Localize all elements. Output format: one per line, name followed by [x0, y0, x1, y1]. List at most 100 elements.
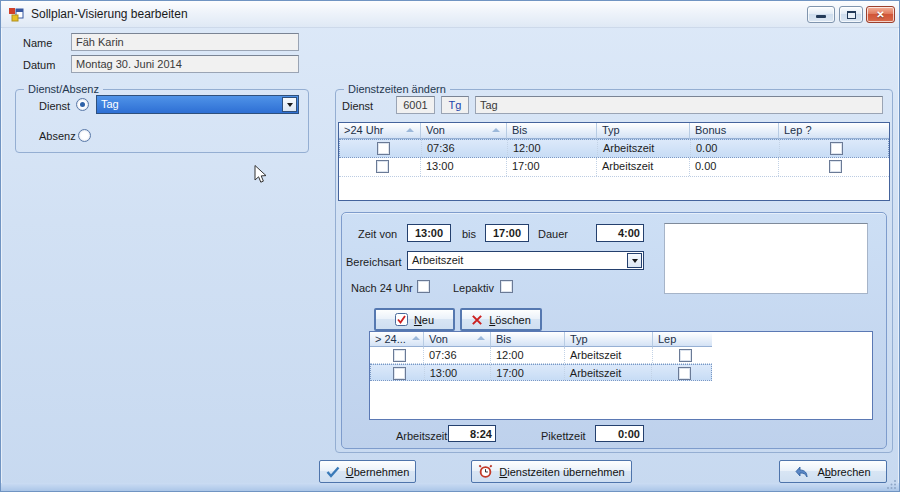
cell-bis: 17:00: [490, 365, 564, 380]
name-label: Name: [23, 37, 52, 49]
dienst-combobox-dropdown[interactable]: [282, 97, 297, 112]
cell-bonus: 0.00: [689, 158, 778, 176]
bereichsart-dropdown[interactable]: [627, 253, 642, 268]
bereichsart-combobox[interactable]: Arbeitszeit: [407, 251, 644, 270]
table-row[interactable]: 07:36 12:00 Arbeitszeit: [370, 347, 712, 364]
row-lep-checkbox[interactable]: [678, 367, 691, 380]
dienst-absenz-title: Dienst/Absenz: [24, 83, 103, 95]
table-row[interactable]: 07:36 12:00 Arbeitszeit 0.00: [339, 139, 889, 158]
datum-field: Montag 30. Juni 2014: [71, 55, 299, 73]
abbrechen-button[interactable]: Abbrechen: [779, 460, 887, 483]
col-header-von[interactable]: Von: [423, 332, 490, 347]
bereichsart-value: Arbeitszeit: [412, 253, 463, 268]
arbeitszeit-field: 8:24: [448, 425, 496, 442]
window-bottom-frame: [1, 483, 899, 491]
col-header-bis[interactable]: Bis: [506, 123, 596, 139]
cell-bis: 12:00: [507, 140, 597, 157]
cell-von: 07:36: [421, 140, 507, 157]
table-row[interactable]: 13:00 17:00 Arbeitszeit 0.00: [339, 158, 889, 177]
close-icon: ✕: [867, 9, 894, 20]
zeit-von-input[interactable]: 13:00: [407, 224, 451, 242]
dienstzeiten-table[interactable]: >24 Uhr Von Bis Typ Bonus Lep ? 07:36 12…: [338, 122, 890, 201]
col-header-lep[interactable]: Lep ?: [778, 123, 889, 139]
dienst-combobox[interactable]: Tag: [96, 95, 299, 114]
cell-typ: Arbeitszeit: [564, 347, 652, 363]
bis-input[interactable]: 17:00: [485, 224, 529, 242]
cell-von: 13:00: [424, 365, 491, 380]
dienst-radio-label: Dienst: [39, 100, 70, 112]
sort-asc-icon: [492, 128, 500, 132]
lepaktiv-label: Lepaktiv: [453, 282, 494, 294]
maximize-icon: [847, 11, 856, 19]
cell-bis: 17:00: [506, 158, 596, 176]
dienst-kurz-field: Tg: [441, 96, 469, 114]
table-header-row[interactable]: > 24... Von Bis Typ Lep: [370, 332, 872, 347]
lepaktiv-checkbox[interactable]: [500, 280, 513, 293]
dienst-field-label: Dienst: [342, 100, 373, 112]
table-row[interactable]: 13:00 17:00 Arbeitszeit: [370, 364, 712, 381]
dienstzeiten-uebernehmen-button[interactable]: Dienstzeiten übernehmen: [471, 460, 632, 483]
row-24uhr-checkbox[interactable]: [377, 142, 390, 155]
cell-bis: 12:00: [490, 347, 564, 363]
row-lep-checkbox[interactable]: [830, 142, 843, 155]
maximize-button[interactable]: [839, 6, 863, 23]
row-24-checkbox[interactable]: [393, 349, 406, 362]
col-header-bis[interactable]: Bis: [490, 332, 564, 347]
dropdown-arrow-icon: [632, 259, 638, 263]
memo-textbox[interactable]: [664, 223, 868, 294]
col-header-lep[interactable]: Lep: [652, 332, 712, 347]
title-bar[interactable]: Sollplan-Visierung bearbeiten ✕: [1, 1, 899, 28]
bereichsart-label: Bereichsart: [346, 256, 402, 268]
table-header-row[interactable]: >24 Uhr Von Bis Typ Bonus Lep ?: [339, 123, 889, 139]
nach24-checkbox[interactable]: [417, 280, 430, 293]
sort-asc-icon: [406, 128, 414, 132]
row-24-checkbox[interactable]: [393, 367, 406, 380]
sort-asc-icon: [412, 336, 420, 340]
absenz-radio-label: Absenz: [39, 130, 76, 142]
col-header-bonus[interactable]: Bonus: [689, 123, 778, 139]
row-24uhr-checkbox[interactable]: [376, 160, 389, 173]
close-button[interactable]: ✕: [866, 6, 895, 23]
undo-arrow-icon: [795, 465, 811, 479]
loeschen-button[interactable]: Löschen: [460, 308, 542, 331]
dienst-radio[interactable]: [76, 98, 89, 111]
dropdown-arrow-icon: [287, 103, 293, 107]
bis-label: bis: [462, 228, 476, 240]
name-field: Fäh Karin: [71, 33, 299, 51]
uebernehmen-button[interactable]: Übernehmen: [319, 460, 416, 483]
resize-grip[interactable]: [887, 479, 897, 489]
minimize-icon: [816, 15, 826, 18]
zeit-von-label: Zeit von: [358, 228, 397, 240]
cell-typ: Arbeitszeit: [596, 158, 689, 176]
dauer-label: Dauer: [538, 228, 568, 240]
red-x-icon: [471, 314, 483, 326]
col-header-24[interactable]: > 24...: [370, 332, 423, 347]
dienst-combobox-value: Tag: [101, 97, 119, 112]
row-lep-checkbox[interactable]: [679, 349, 692, 362]
neu-button[interactable]: Neu: [374, 308, 455, 331]
arbeitszeit-label: Arbeitszeit: [396, 430, 447, 442]
dienst-name-field: Tag: [475, 96, 883, 114]
col-header-24uhr[interactable]: >24 Uhr: [339, 123, 420, 139]
pikettzeit-label: Pikettzeit: [541, 430, 586, 442]
row-lep-checkbox[interactable]: [829, 160, 842, 173]
pikettzeit-field: 0:00: [595, 425, 644, 442]
dienst-code-field: 6001: [396, 96, 435, 114]
form-check-icon: [395, 313, 408, 326]
editor-table[interactable]: > 24... Von Bis Typ Lep 07:36 12:00 Arbe…: [369, 331, 873, 420]
absenz-radio[interactable]: [78, 129, 91, 142]
nach24-label: Nach 24 Uhr: [351, 282, 413, 294]
col-header-typ[interactable]: Typ: [564, 332, 652, 347]
col-header-typ[interactable]: Typ: [596, 123, 689, 139]
alarm-clock-icon: [478, 464, 493, 479]
dialog-window: Sollplan-Visierung bearbeiten ✕ Name Fäh…: [0, 0, 900, 492]
check-icon: [326, 466, 340, 478]
cell-bonus: 0.00: [690, 140, 779, 157]
minimize-button[interactable]: [807, 6, 835, 23]
cell-typ: Arbeitszeit: [564, 365, 651, 380]
cell-von: 07:36: [423, 347, 490, 363]
col-header-von[interactable]: Von: [420, 123, 506, 139]
dauer-field: 4:00: [596, 224, 644, 242]
datum-label: Datum: [23, 59, 55, 71]
cell-typ: Arbeitszeit: [597, 140, 690, 157]
